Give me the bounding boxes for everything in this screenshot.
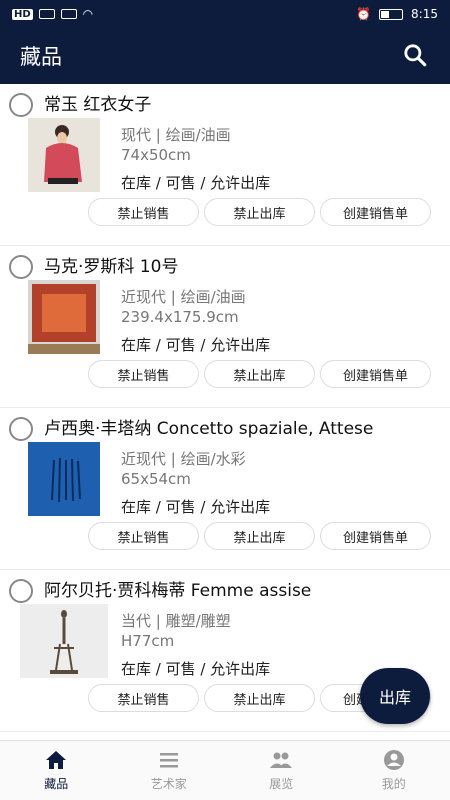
collection-list[interactable]: 常玉 红衣女子 现代 | 绘画/油画 74x50cm 在库 / 可售 / 允许出…: [0, 84, 450, 740]
inventory-status: 在库 / 可售 / 允许出库: [121, 336, 271, 354]
artwork-thumbnail[interactable]: [20, 604, 108, 678]
signal-icon: [38, 9, 55, 19]
app-bar: 藏品: [0, 28, 450, 84]
tab-collection[interactable]: 藏品: [0, 741, 113, 800]
wifi-icon: ◠: [82, 7, 94, 21]
page-title: 藏品: [20, 45, 62, 69]
tab-profile[interactable]: 我的: [338, 741, 450, 800]
user-avatar-icon: [383, 750, 404, 770]
list-item[interactable]: 卢西奥·丰塔纳 Concetto spaziale, Attese 近现代 | …: [0, 408, 450, 570]
clock-time: 8:15: [411, 7, 438, 21]
disable-sale-button[interactable]: 禁止销售: [88, 198, 199, 226]
artwork-thumbnail[interactable]: [28, 118, 100, 192]
artwork-thumbnail[interactable]: [28, 280, 100, 354]
create-sale-order-button[interactable]: 创建销售单: [320, 360, 431, 388]
status-bar: HD ◠ ⏰ 8:15: [0, 0, 450, 28]
create-sale-order-button[interactable]: 创建销售单: [320, 522, 431, 550]
tab-exhibitions[interactable]: 展览: [225, 741, 338, 800]
select-radio[interactable]: [9, 255, 33, 279]
period-medium: 近现代 | 绘画/油画: [121, 288, 246, 306]
tab-artists[interactable]: 艺术家: [113, 741, 226, 800]
select-radio[interactable]: [9, 417, 33, 441]
dimensions: 74x50cm: [121, 146, 191, 164]
tab-label: 我的: [381, 777, 406, 791]
artwork-title: 马克·罗斯科 10号: [44, 257, 179, 277]
artwork-title: 阿尔贝托·贾科梅蒂 Femme assise: [44, 581, 312, 601]
disable-sale-button[interactable]: 禁止销售: [88, 360, 199, 388]
bottom-tab-bar: 藏品 艺术家 展览 我的: [0, 740, 450, 800]
tab-label: 藏品: [44, 777, 69, 791]
select-radio[interactable]: [9, 579, 33, 603]
period-medium: 近现代 | 绘画/水彩: [121, 450, 246, 468]
list-icon: [159, 753, 178, 768]
network-type-label: HD: [12, 8, 33, 20]
dimensions: H77cm: [121, 632, 175, 650]
home-icon: [46, 751, 67, 769]
battery-icon: [379, 8, 404, 20]
period-medium: 现代 | 绘画/油画: [121, 126, 231, 144]
list-item[interactable]: 马克·罗斯科 10号 近现代 | 绘画/油画 239.4x175.9cm 在库 …: [0, 246, 450, 408]
disable-outbound-button[interactable]: 禁止出库: [204, 360, 315, 388]
disable-sale-button[interactable]: 禁止销售: [88, 522, 199, 550]
people-icon: [270, 752, 293, 768]
create-sale-order-button[interactable]: 创建销售单: [320, 198, 431, 226]
list-item[interactable]: 常玉 红衣女子 现代 | 绘画/油画 74x50cm 在库 / 可售 / 允许出…: [0, 84, 450, 246]
alarm-icon: ⏰: [356, 7, 372, 21]
artwork-title: 常玉 红衣女子: [44, 95, 152, 115]
artwork-title: 卢西奥·丰塔纳 Concetto spaziale, Attese: [44, 419, 374, 439]
select-radio[interactable]: [9, 93, 33, 117]
dimensions: 65x54cm: [121, 470, 191, 488]
disable-sale-button[interactable]: 禁止销售: [88, 684, 199, 712]
dimensions: 239.4x175.9cm: [121, 308, 239, 326]
disable-outbound-button[interactable]: 禁止出库: [204, 522, 315, 550]
tab-label: 艺术家: [150, 777, 187, 791]
search-button[interactable]: [402, 42, 430, 70]
tab-label: 展览: [269, 777, 294, 791]
search-icon: [404, 44, 427, 67]
inventory-status: 在库 / 可售 / 允许出库: [121, 498, 271, 516]
inventory-status: 在库 / 可售 / 允许出库: [121, 660, 271, 678]
disable-outbound-button[interactable]: 禁止出库: [204, 684, 315, 712]
period-medium: 当代 | 雕塑/雕塑: [121, 612, 231, 630]
artwork-thumbnail[interactable]: [28, 442, 100, 516]
inventory-status: 在库 / 可售 / 允许出库: [121, 174, 271, 192]
disable-outbound-button[interactable]: 禁止出库: [204, 198, 315, 226]
outbound-fab-button[interactable]: 出库: [360, 668, 430, 724]
signal-icon-2: [60, 9, 77, 19]
